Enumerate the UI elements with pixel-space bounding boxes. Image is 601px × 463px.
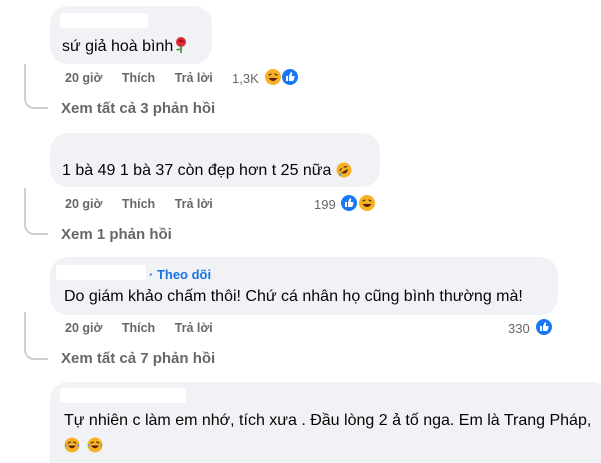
reaction-count[interactable]: 199 [314, 197, 336, 212]
comment-time[interactable]: 20 giờ [65, 197, 102, 211]
haha-reaction-icon [358, 194, 376, 212]
view-replies-link[interactable]: Xem 1 phản hồi [61, 226, 172, 243]
comment-text: 1 bà 49 1 bà 37 còn đẹp hơn t 25 nữa [62, 162, 352, 183]
comment-text-content: Tự nhiên c làm em nhớ, tích xưa . Đầu lò… [64, 412, 592, 429]
thread-connector [24, 97, 48, 109]
like-button[interactable]: Thích [122, 197, 155, 211]
redacted-author-name[interactable] [60, 388, 186, 403]
rose-emoji [173, 36, 189, 59]
comment-actions: 20 giờ Thích Trả lời [65, 197, 213, 211]
comment-text: Tự nhiên c làm em nhớ, tích xưa . Đầu lò… [64, 412, 591, 430]
reaction-count[interactable]: 330 [508, 321, 530, 336]
thread-line [24, 188, 26, 224]
thread-connector [24, 348, 48, 360]
comment-emoji-row [64, 437, 103, 455]
redacted-author-name[interactable] [56, 265, 146, 280]
view-replies-link[interactable]: Xem tất cả 3 phản hồi [61, 100, 215, 117]
redacted-author-name[interactable] [60, 13, 148, 28]
thread-line [24, 64, 26, 98]
like-button[interactable]: Thích [122, 321, 155, 335]
view-replies-link[interactable]: Xem tất cả 7 phản hồi [61, 350, 215, 367]
haha-emoji [64, 437, 80, 453]
rofl-emoji [336, 162, 352, 183]
thread-connector [24, 223, 48, 235]
reply-button[interactable]: Trả lời [175, 71, 213, 85]
thread-line [24, 312, 26, 350]
comment-text: sứ giả hoà bình [62, 36, 189, 59]
like-reaction-icon [535, 318, 553, 336]
comment-actions: 20 giờ Thích Trả lời [65, 321, 213, 335]
comment-time[interactable]: 20 giờ [65, 321, 102, 335]
comment-text-content: Do giám khảo chấm thôi! Chứ cá nhân họ c… [64, 288, 523, 305]
follow-link[interactable]: · Theo dõi [149, 267, 211, 282]
reply-button[interactable]: Trả lời [175, 321, 213, 335]
haha-reaction-icon [264, 68, 282, 86]
comment-text: Do giám khảo chấm thôi! Chứ cá nhân họ c… [64, 288, 523, 306]
haha-emoji [87, 437, 103, 453]
comment-text-content: 1 bà 49 1 bà 37 còn đẹp hơn t 25 nữa [62, 162, 332, 179]
comment-time[interactable]: 20 giờ [65, 71, 102, 85]
comment-actions: 20 giờ Thích Trả lời [65, 71, 213, 85]
like-reaction-icon [281, 68, 299, 86]
like-button[interactable]: Thích [122, 71, 155, 85]
reaction-count[interactable]: 1,3K [232, 71, 259, 86]
like-reaction-icon [340, 194, 358, 212]
comment-text-content: sứ giả hoà bình [62, 38, 174, 55]
reply-button[interactable]: Trả lời [175, 197, 213, 211]
